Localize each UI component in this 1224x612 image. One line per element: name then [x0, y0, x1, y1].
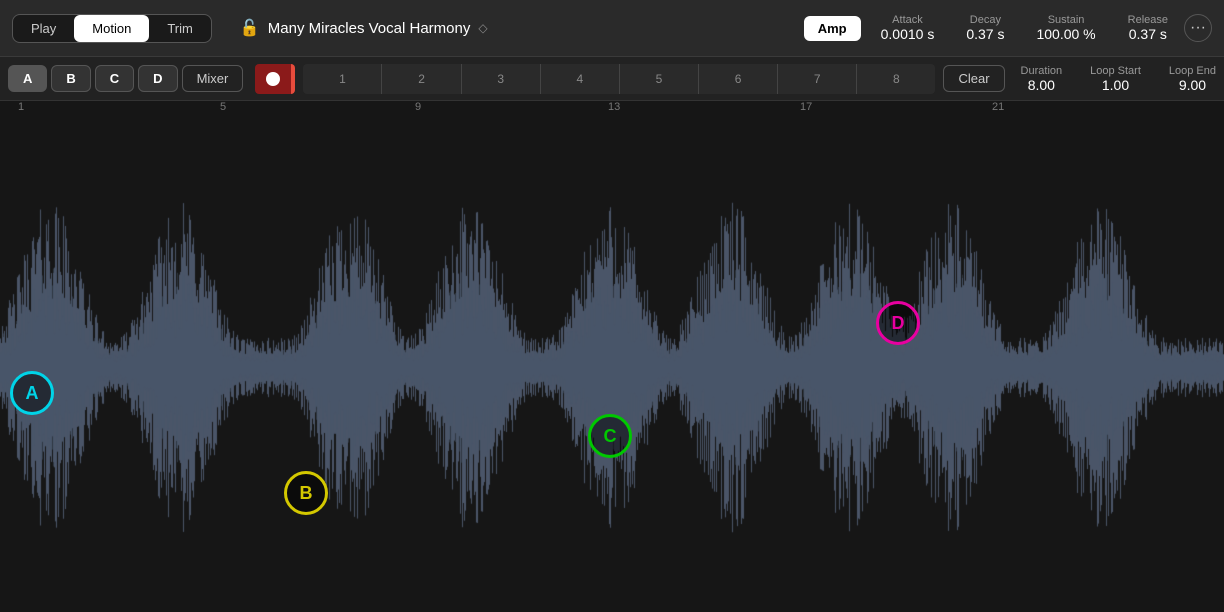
marker-a-circle[interactable]: A	[10, 371, 54, 415]
loop-start-label: Loop Start	[1090, 65, 1141, 77]
track-info: 🔓 Many Miracles Vocal Harmony ◇	[240, 18, 788, 38]
loop-start-param: Loop Start 1.00	[1090, 65, 1141, 93]
lock-icon: 🔓	[240, 18, 260, 38]
decay-label: Decay	[970, 14, 1001, 26]
timeline-num-5: 5	[220, 101, 226, 113]
attack-param: Attack 0.0010 s	[881, 14, 935, 42]
loop-end-value: 9.00	[1179, 77, 1206, 93]
waveform-canvas	[0, 123, 1224, 612]
marker-b-button[interactable]: B	[51, 65, 90, 92]
decay-param: Decay 0.37 s	[966, 14, 1004, 42]
record-section	[255, 64, 295, 94]
beat-marker-3: 3	[461, 64, 540, 94]
release-value: 0.37 s	[1129, 26, 1167, 42]
top-bar: Play Motion Trim 🔓 Many Miracles Vocal H…	[0, 0, 1224, 57]
trim-button[interactable]: Trim	[149, 15, 211, 42]
marker-d-button[interactable]: D	[138, 65, 177, 92]
record-button[interactable]	[255, 64, 291, 94]
loop-end-label: Loop End	[1169, 65, 1216, 77]
play-button[interactable]: Play	[13, 15, 74, 42]
beat-marker-6: 6	[698, 64, 777, 94]
marker-a-button[interactable]: A	[8, 65, 47, 92]
waveform-area[interactable]: 1 5 9 13 17 21 A B C D	[0, 101, 1224, 612]
beat-marker-4: 4	[540, 64, 619, 94]
timeline-numbers: 1 5 9 13 17 21	[0, 101, 1224, 123]
timeline-num-13: 13	[608, 101, 620, 113]
duration-value: 8.00	[1028, 77, 1055, 93]
sustain-param: Sustain 100.00 %	[1036, 14, 1095, 42]
beat-ruler: 12345678	[303, 64, 935, 94]
beat-marker-7: 7	[777, 64, 856, 94]
timeline-num-1: 1	[18, 101, 24, 113]
beat-marker-1: 1	[303, 64, 381, 94]
duration-label: Duration	[1021, 65, 1063, 77]
timeline-num-21: 21	[992, 101, 1004, 113]
amp-button[interactable]: Amp	[804, 16, 861, 41]
loop-start-value: 1.00	[1102, 77, 1129, 93]
duration-param: Duration 8.00	[1021, 65, 1063, 93]
timeline-num-9: 9	[415, 101, 421, 113]
beat-marker-8: 8	[856, 64, 935, 94]
duration-params: Duration 8.00 Loop Start 1.00 Loop End 9…	[1021, 65, 1216, 93]
marker-c-circle[interactable]: C	[588, 414, 632, 458]
timeline-num-17: 17	[800, 101, 812, 113]
decay-value: 0.37 s	[966, 26, 1004, 42]
attack-label: Attack	[892, 14, 923, 26]
beat-marker-2: 2	[381, 64, 460, 94]
more-options-button[interactable]: ···	[1184, 14, 1212, 42]
record-dot	[266, 72, 280, 86]
params-section: Attack 0.0010 s Decay 0.37 s Sustain 100…	[881, 14, 1168, 42]
marker-b-circle[interactable]: B	[284, 471, 328, 515]
release-label: Release	[1128, 14, 1168, 26]
loop-end-param: Loop End 9.00	[1169, 65, 1216, 93]
beat-marker-5: 5	[619, 64, 698, 94]
marker-c-button[interactable]: C	[95, 65, 134, 92]
sustain-value: 100.00 %	[1036, 26, 1095, 42]
track-name: Many Miracles Vocal Harmony	[268, 20, 471, 37]
loop-marker	[291, 64, 295, 94]
attack-value: 0.0010 s	[881, 26, 935, 42]
release-param: Release 0.37 s	[1128, 14, 1168, 42]
sustain-label: Sustain	[1048, 14, 1085, 26]
clear-button[interactable]: Clear	[943, 65, 1004, 92]
mixer-button[interactable]: Mixer	[182, 65, 244, 92]
marker-d-circle[interactable]: D	[876, 301, 920, 345]
diamond-icon: ◇	[478, 21, 487, 35]
second-bar: A B C D Mixer 12345678 Clear Duration 8.…	[0, 57, 1224, 101]
transport-buttons: Play Motion Trim	[12, 14, 212, 43]
motion-button[interactable]: Motion	[74, 15, 149, 42]
